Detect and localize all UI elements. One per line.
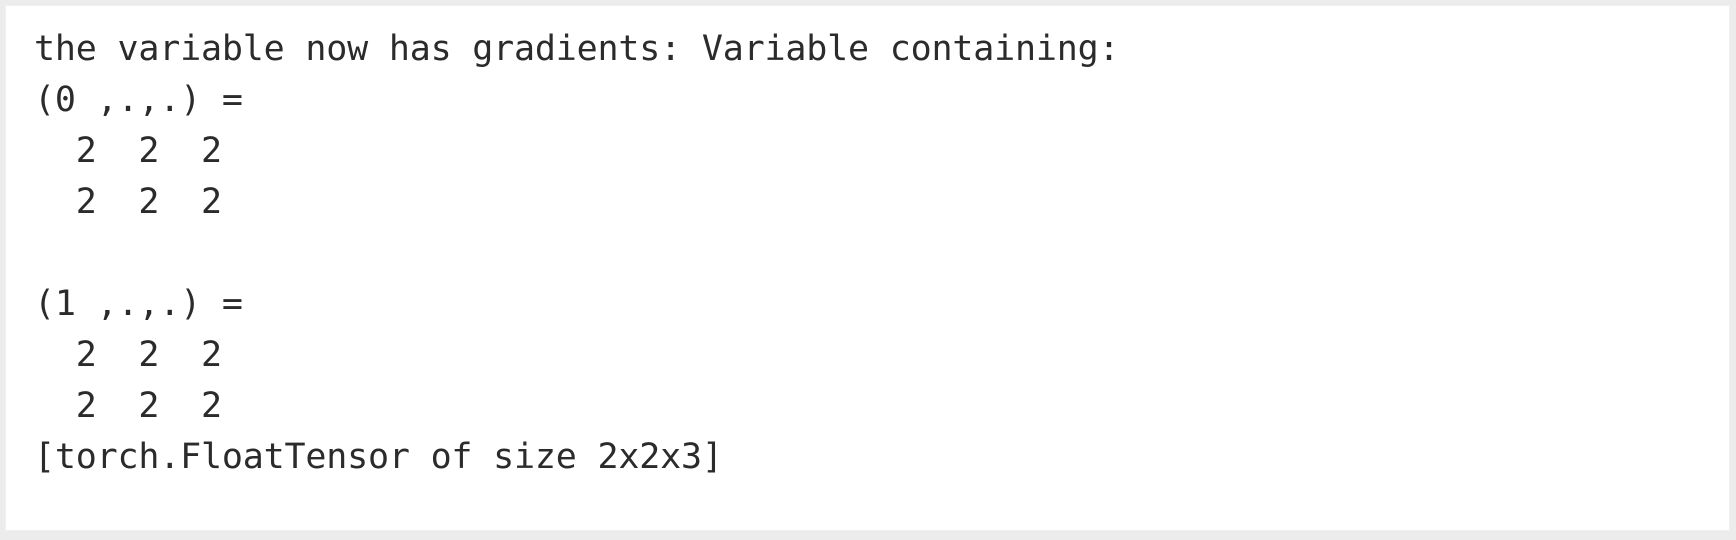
line-0-row-0: 2 2 2 xyxy=(34,131,222,171)
line-1-row-0: 2 2 2 xyxy=(34,335,222,375)
line-1-row-1: 2 2 2 xyxy=(34,386,222,426)
line-header: the variable now has gradients: Variable… xyxy=(34,29,1120,69)
line-slice-0: (0 ,.,.) = xyxy=(34,80,264,120)
line-0-row-1: 2 2 2 xyxy=(34,182,222,222)
line-slice-1: (1 ,.,.) = xyxy=(34,284,264,324)
line-footer: [torch.FloatTensor of size 2x2x3] xyxy=(34,437,723,477)
console-output[interactable]: the variable now has gradients: Variable… xyxy=(6,6,1729,483)
line-blank xyxy=(34,228,1729,279)
console-frame: the variable now has gradients: Variable… xyxy=(0,0,1736,540)
console-card: the variable now has gradients: Variable… xyxy=(5,5,1730,531)
